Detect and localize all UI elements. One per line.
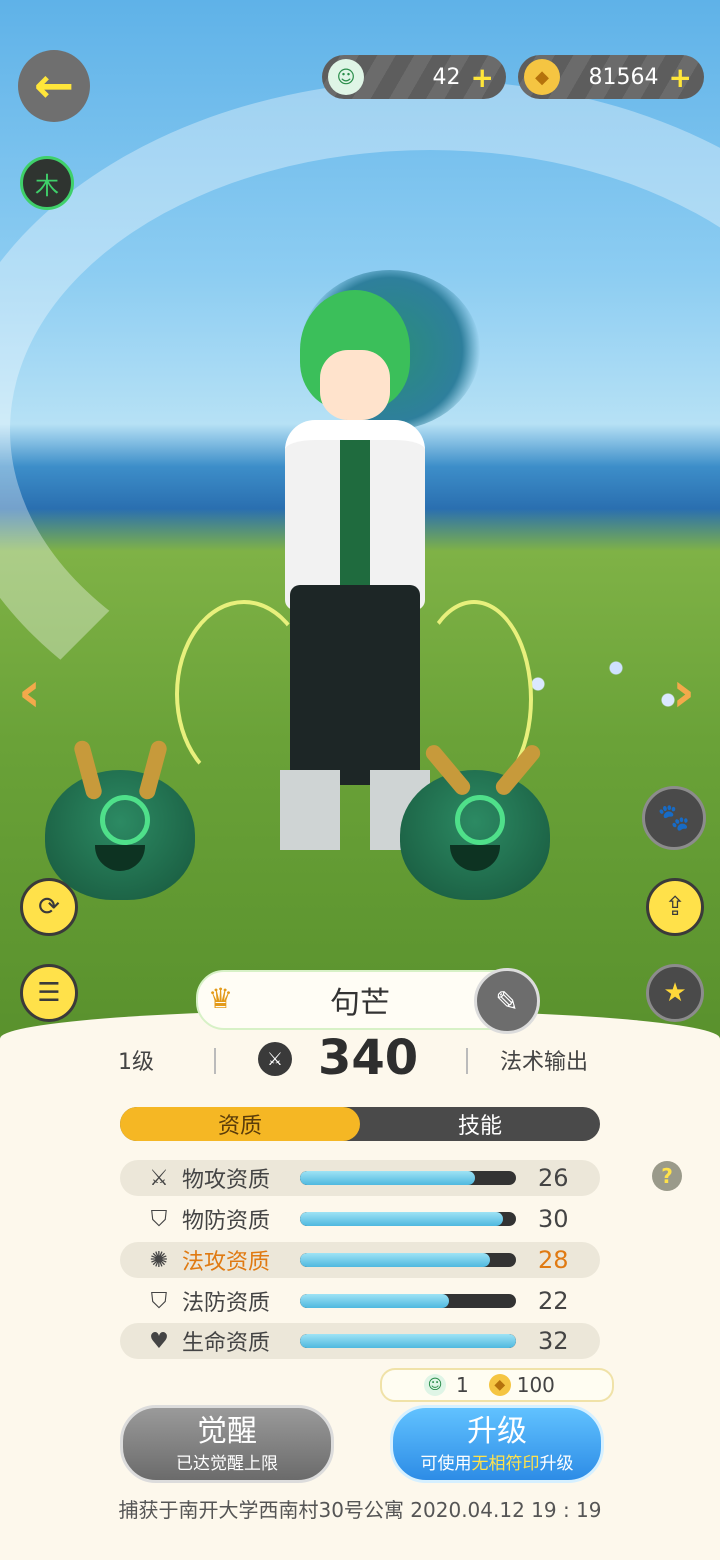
arrow-left-icon: ← bbox=[33, 58, 75, 114]
list-icon: ☰ bbox=[37, 978, 61, 1008]
stat-label: 法防资质 bbox=[182, 1291, 271, 1316]
next-pet-button[interactable]: › bbox=[672, 660, 695, 725]
pet-role: 法术输出 bbox=[500, 1050, 589, 1075]
crystal-icon: ◆ bbox=[524, 59, 560, 95]
heart-icon: ♥ bbox=[149, 1328, 169, 1354]
pet-model-right[interactable] bbox=[400, 741, 550, 900]
stat-row: ✺ 法攻资质 28 bbox=[120, 1242, 600, 1278]
horn bbox=[137, 738, 169, 802]
stat-row: ⚔ 物攻资质 26 bbox=[120, 1160, 600, 1196]
pet-name: 句芒 bbox=[330, 986, 390, 1021]
upgrade-cost: ☺ 1 ◆ 100 bbox=[380, 1368, 614, 1402]
pet-token-icon: ☺ bbox=[328, 59, 364, 95]
stat-bar bbox=[300, 1253, 516, 1267]
pants bbox=[290, 585, 420, 785]
stat-bar-fill bbox=[300, 1294, 450, 1308]
crystal-icon: ◆ bbox=[488, 1374, 511, 1396]
upgrade-sublabel: 可使用无相符印升级 bbox=[421, 1449, 574, 1474]
stat-value: 22 bbox=[538, 1287, 569, 1315]
tab-skills[interactable]: 技能 bbox=[360, 1107, 600, 1141]
stat-label: 物防资质 bbox=[182, 1209, 271, 1234]
upgrade-button[interactable]: 升级 可使用无相符印升级 bbox=[390, 1405, 604, 1483]
cost-token-count: 1 bbox=[456, 1373, 469, 1397]
upgrade-label: 升级 bbox=[467, 1413, 527, 1449]
stat-row: ⛉ 法防资质 22 bbox=[120, 1283, 600, 1319]
stat-row: ♥ 生命资质 32 bbox=[120, 1323, 600, 1359]
magic-icon: ✺ bbox=[149, 1247, 169, 1273]
awaken-label: 觉醒 bbox=[197, 1413, 257, 1449]
stat-label: 物攻资质 bbox=[182, 1168, 271, 1193]
share-button[interactable]: ⇪ bbox=[646, 878, 704, 936]
crystal-value: 81564 bbox=[588, 64, 659, 90]
favorite-button[interactable]: ★ bbox=[646, 964, 704, 1022]
stat-value: 32 bbox=[538, 1327, 569, 1355]
stat-value: 28 bbox=[538, 1246, 569, 1274]
help-button[interactable]: ? bbox=[652, 1161, 682, 1191]
pet-form-button[interactable]: 🐾 bbox=[642, 786, 706, 850]
power-icon: ⚔ bbox=[258, 1042, 292, 1076]
stat-bar bbox=[300, 1334, 516, 1348]
upgrade-sub-suffix: 升级 bbox=[539, 1453, 574, 1474]
element-badge: 木 bbox=[20, 156, 74, 210]
wood-mark bbox=[455, 795, 505, 845]
stat-value: 30 bbox=[538, 1205, 569, 1233]
tab-bar: 资质 技能 bbox=[120, 1107, 600, 1141]
star-icon: ★ bbox=[663, 978, 687, 1008]
divider bbox=[466, 1048, 468, 1074]
stat-value: 26 bbox=[538, 1164, 569, 1192]
stat-label: 法攻资质 bbox=[182, 1250, 271, 1275]
stat-bar-fill bbox=[300, 1253, 491, 1267]
back-button[interactable]: ← bbox=[18, 50, 90, 122]
pet-silhouette-icon: 🐾 bbox=[657, 803, 691, 833]
stat-bar-fill bbox=[300, 1171, 475, 1185]
stat-bar bbox=[300, 1212, 516, 1226]
shield-icon: ⛉ bbox=[150, 1206, 168, 1232]
pet-scene bbox=[0, 0, 720, 1060]
stat-bar-fill bbox=[300, 1334, 516, 1348]
awaken-sublabel: 已达觉醒上限 bbox=[176, 1453, 278, 1474]
pet-token-value: 42 bbox=[432, 64, 461, 90]
pet-token-counter[interactable]: ☺ 42 + bbox=[322, 55, 506, 99]
stat-bar-fill bbox=[300, 1212, 504, 1226]
capture-info: 捕获于南开大学西南村30号公寓 2020.04.12 19 : 19 bbox=[118, 1498, 602, 1522]
shirt-stripe bbox=[340, 440, 370, 590]
divider bbox=[214, 1048, 216, 1074]
share-icon: ⇪ bbox=[664, 892, 686, 922]
stat-bar bbox=[300, 1294, 516, 1308]
refresh-button[interactable]: ⟳ bbox=[20, 878, 78, 936]
swords-icon: ⚔ bbox=[149, 1165, 169, 1191]
refresh-icon: ⟳ bbox=[38, 892, 60, 922]
wood-mark bbox=[100, 795, 150, 845]
awaken-button[interactable]: 觉醒 已达觉醒上限 bbox=[120, 1405, 334, 1483]
pet-level: 1级 bbox=[118, 1050, 154, 1075]
shield-icon: ⛉ bbox=[150, 1288, 168, 1314]
mouth bbox=[450, 845, 500, 871]
crystal-counter[interactable]: ◆ 81564 + bbox=[518, 55, 704, 99]
upgrade-sub-highlight: 无相符印 bbox=[471, 1453, 540, 1474]
add-crystal-button[interactable]: + bbox=[669, 61, 692, 94]
stat-bar bbox=[300, 1171, 516, 1185]
pet-token-icon: ☺ bbox=[424, 1374, 446, 1396]
stat-label: 生命资质 bbox=[182, 1331, 271, 1356]
horn bbox=[72, 738, 104, 802]
character-model[interactable] bbox=[255, 290, 455, 870]
tab-aptitude[interactable]: 资质 bbox=[120, 1107, 360, 1141]
prev-pet-button[interactable]: ‹ bbox=[18, 660, 41, 725]
rename-button[interactable]: ✎ bbox=[474, 968, 540, 1034]
upgrade-sub-prefix: 可使用 bbox=[420, 1453, 472, 1474]
list-button[interactable]: ☰ bbox=[20, 964, 78, 1022]
stat-row: ⛉ 物防资质 30 bbox=[120, 1201, 600, 1237]
power-value: 340 bbox=[318, 1030, 419, 1086]
mouth bbox=[95, 845, 145, 871]
cost-crystal-count: 100 bbox=[516, 1373, 555, 1397]
face bbox=[320, 350, 390, 420]
pet-model-left[interactable] bbox=[45, 738, 195, 900]
crown-icon: ♛ bbox=[208, 982, 234, 1015]
pencil-icon: ✎ bbox=[495, 984, 519, 1018]
add-pet-token-button[interactable]: + bbox=[471, 61, 494, 94]
